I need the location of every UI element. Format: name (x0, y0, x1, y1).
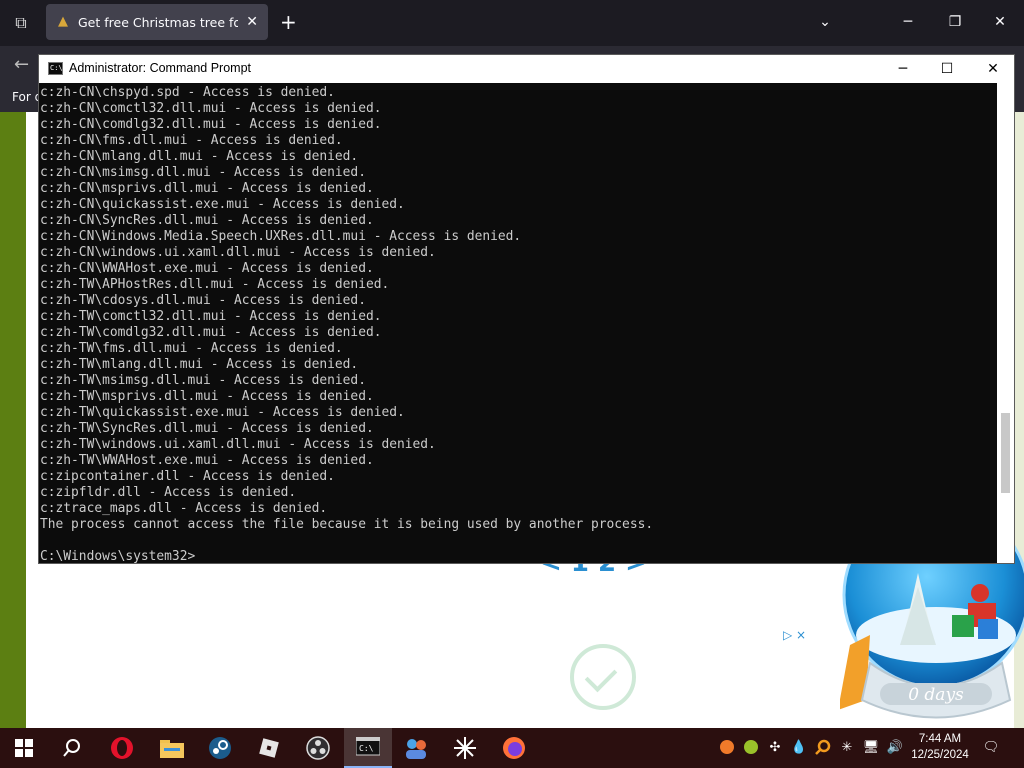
taskbar-firefox[interactable] (490, 728, 538, 768)
tab-list-chevron-icon[interactable]: ⌄ (815, 12, 835, 32)
search-button[interactable] (48, 728, 96, 768)
tab-close-icon[interactable]: ✕ (246, 13, 258, 31)
console-line: c:zh-CN\SyncRes.dll.mui - Access is deni… (40, 213, 374, 228)
people-app-icon (406, 739, 426, 759)
tray-app-orange-icon[interactable] (718, 739, 736, 757)
new-tab-icon[interactable]: + (280, 10, 297, 34)
browser-tab-bar: ⧉ ▲ Get free Christmas tree for your ✕ +… (0, 0, 1024, 46)
obs-icon (306, 736, 330, 760)
console-line: c:zh-CN\comctl32.dll.mui - Access is den… (40, 101, 382, 116)
tab-manager-icon[interactable]: ⧉ (10, 12, 32, 34)
taskbar-roblox[interactable] (245, 728, 293, 768)
taskbar-file-explorer[interactable] (148, 728, 196, 768)
console-line: c:zh-TW\WWAHost.exe.mui - Access is deni… (40, 453, 374, 468)
console-line: c:zh-TW\msprivs.dll.mui - Access is deni… (40, 389, 374, 404)
command-prompt-icon: C:\ (356, 737, 380, 756)
taskbar-app-people[interactable] (392, 728, 440, 768)
console-line: c:zh-CN\windows.ui.xaml.dll.mui - Access… (40, 245, 436, 260)
folder-icon (160, 740, 184, 758)
back-arrow-icon[interactable]: ← (14, 54, 29, 75)
console-line: c:zh-TW\cdosys.dll.mui - Access is denie… (40, 293, 366, 308)
browser-restore-icon[interactable]: ❐ (945, 12, 965, 32)
roblox-icon (259, 738, 279, 758)
browser-close-icon[interactable]: ✕ (990, 12, 1010, 32)
cmd-scrollbar[interactable] (997, 83, 1014, 563)
network-icon[interactable]: 🖥 (862, 739, 880, 757)
browser-tab[interactable]: ▲ Get free Christmas tree for your ✕ (46, 4, 268, 40)
browser-minimize-icon[interactable]: ─ (898, 12, 918, 32)
console-line: c:zh-TW\msimsg.dll.mui - Access is denie… (40, 373, 366, 388)
cmd-console-output[interactable]: c:zh-CN\chspyd.spd - Access is denied. c:… (40, 85, 998, 563)
console-line: c:zh-TW\SyncRes.dll.mui - Access is deni… (40, 421, 374, 436)
firefox-icon (503, 737, 525, 759)
cmd-window-title: Administrator: Command Prompt (69, 61, 252, 75)
tray-star-icon[interactable]: ✳ (838, 739, 856, 757)
taskbar-obs[interactable] (294, 728, 342, 768)
opera-icon (111, 737, 133, 759)
tray-search-app-icon[interactable] (814, 739, 832, 757)
tree-favicon-icon: ▲ (58, 14, 68, 29)
tray-app-green-icon[interactable] (742, 739, 760, 757)
clock-date: 12/25/2024 (911, 749, 969, 761)
taskbar-app-star[interactable] (441, 728, 489, 768)
star-burst-icon (454, 737, 476, 759)
console-line: c:zipfldr.dll - Access is denied. (40, 485, 297, 500)
windows-logo-icon (15, 739, 33, 757)
console-line: The process cannot access the file becau… (40, 517, 654, 532)
tray-puzzle-icon[interactable]: ✣ (766, 739, 784, 757)
console-line: c:zh-CN\comdlg32.dll.mui - Access is den… (40, 117, 382, 132)
system-clock[interactable]: 7:44 AM 12/25/2024 (910, 731, 970, 763)
ad-choices-icon[interactable]: ▷ × (783, 628, 806, 642)
taskbar-command-prompt[interactable]: C:\ (344, 728, 392, 768)
search-icon (63, 739, 80, 757)
console-line: c:zh-TW\comctl32.dll.mui - Access is den… (40, 309, 382, 324)
command-prompt-window[interactable]: C:\ Administrator: Command Prompt ─ ☐ ✕ … (38, 54, 1015, 564)
cmd-title-bar[interactable]: C:\ Administrator: Command Prompt ─ ☐ ✕ (39, 55, 1014, 83)
console-line: c:zh-CN\mlang.dll.mui - Access is denied… (40, 149, 359, 164)
console-line: c:zh-CN\fms.dll.mui - Access is denied. (40, 133, 343, 148)
console-line: c:zh-TW\APHostRes.dll.mui - Access is de… (40, 277, 390, 292)
taskbar-steam[interactable] (196, 728, 244, 768)
console-line: C:\Windows\system32> (40, 549, 196, 563)
console-line: c:zh-TW\mlang.dll.mui - Access is denied… (40, 357, 359, 372)
console-line: c:zh-CN\Windows.Media.Speech.UXRes.dll.m… (40, 229, 522, 244)
page-left-banner (0, 112, 26, 728)
console-line: c:zh-TW\fms.dll.mui - Access is denied. (40, 341, 343, 356)
maximize-button[interactable]: ☐ (932, 59, 962, 79)
cmd-app-icon[interactable]: C:\ (48, 62, 63, 75)
taskbar: C:\ ✣ 💧 ✳ 🖥 🔊 7:44 AM 12/25/2024 🗨 (0, 728, 1024, 768)
close-button[interactable]: ✕ (978, 59, 1008, 79)
steam-icon (209, 737, 231, 759)
taskbar-opera[interactable] (98, 728, 146, 768)
notifications-icon[interactable]: 🗨 (982, 739, 1000, 757)
console-line: c:zh-CN\quickassist.exe.mui - Access is … (40, 197, 405, 212)
console-line: c:zh-TW\comdlg32.dll.mui - Access is den… (40, 325, 382, 340)
console-line: c:zh-CN\WWAHost.exe.mui - Access is deni… (40, 261, 374, 276)
cmd-scrollbar-thumb[interactable] (1001, 413, 1010, 493)
start-button[interactable] (0, 728, 48, 768)
volume-icon[interactable]: 🔊 (886, 739, 904, 757)
console-line: c:zh-CN\msprivs.dll.mui - Access is deni… (40, 181, 374, 196)
clock-time: 7:44 AM (918, 733, 962, 745)
tab-title: Get free Christmas tree for your (78, 15, 238, 30)
console-line: c:zipcontainer.dll - Access is denied. (40, 469, 335, 484)
console-line: c:zh-TW\quickassist.exe.mui - Access is … (40, 405, 405, 420)
days-counter: 0 days (908, 685, 964, 705)
svg-text:C:\: C:\ (359, 744, 374, 753)
tray-drop-icon[interactable]: 💧 (790, 739, 808, 757)
console-line: c:ztrace_maps.dll - Access is denied. (40, 501, 328, 516)
console-line: c:zh-CN\msimsg.dll.mui - Access is denie… (40, 165, 366, 180)
console-line: c:zh-TW\windows.ui.xaml.dll.mui - Access… (40, 437, 436, 452)
console-line: c:zh-CN\chspyd.spd - Access is denied. (40, 85, 335, 100)
minimize-button[interactable]: ─ (888, 59, 918, 79)
check-circle-icon (570, 644, 636, 710)
